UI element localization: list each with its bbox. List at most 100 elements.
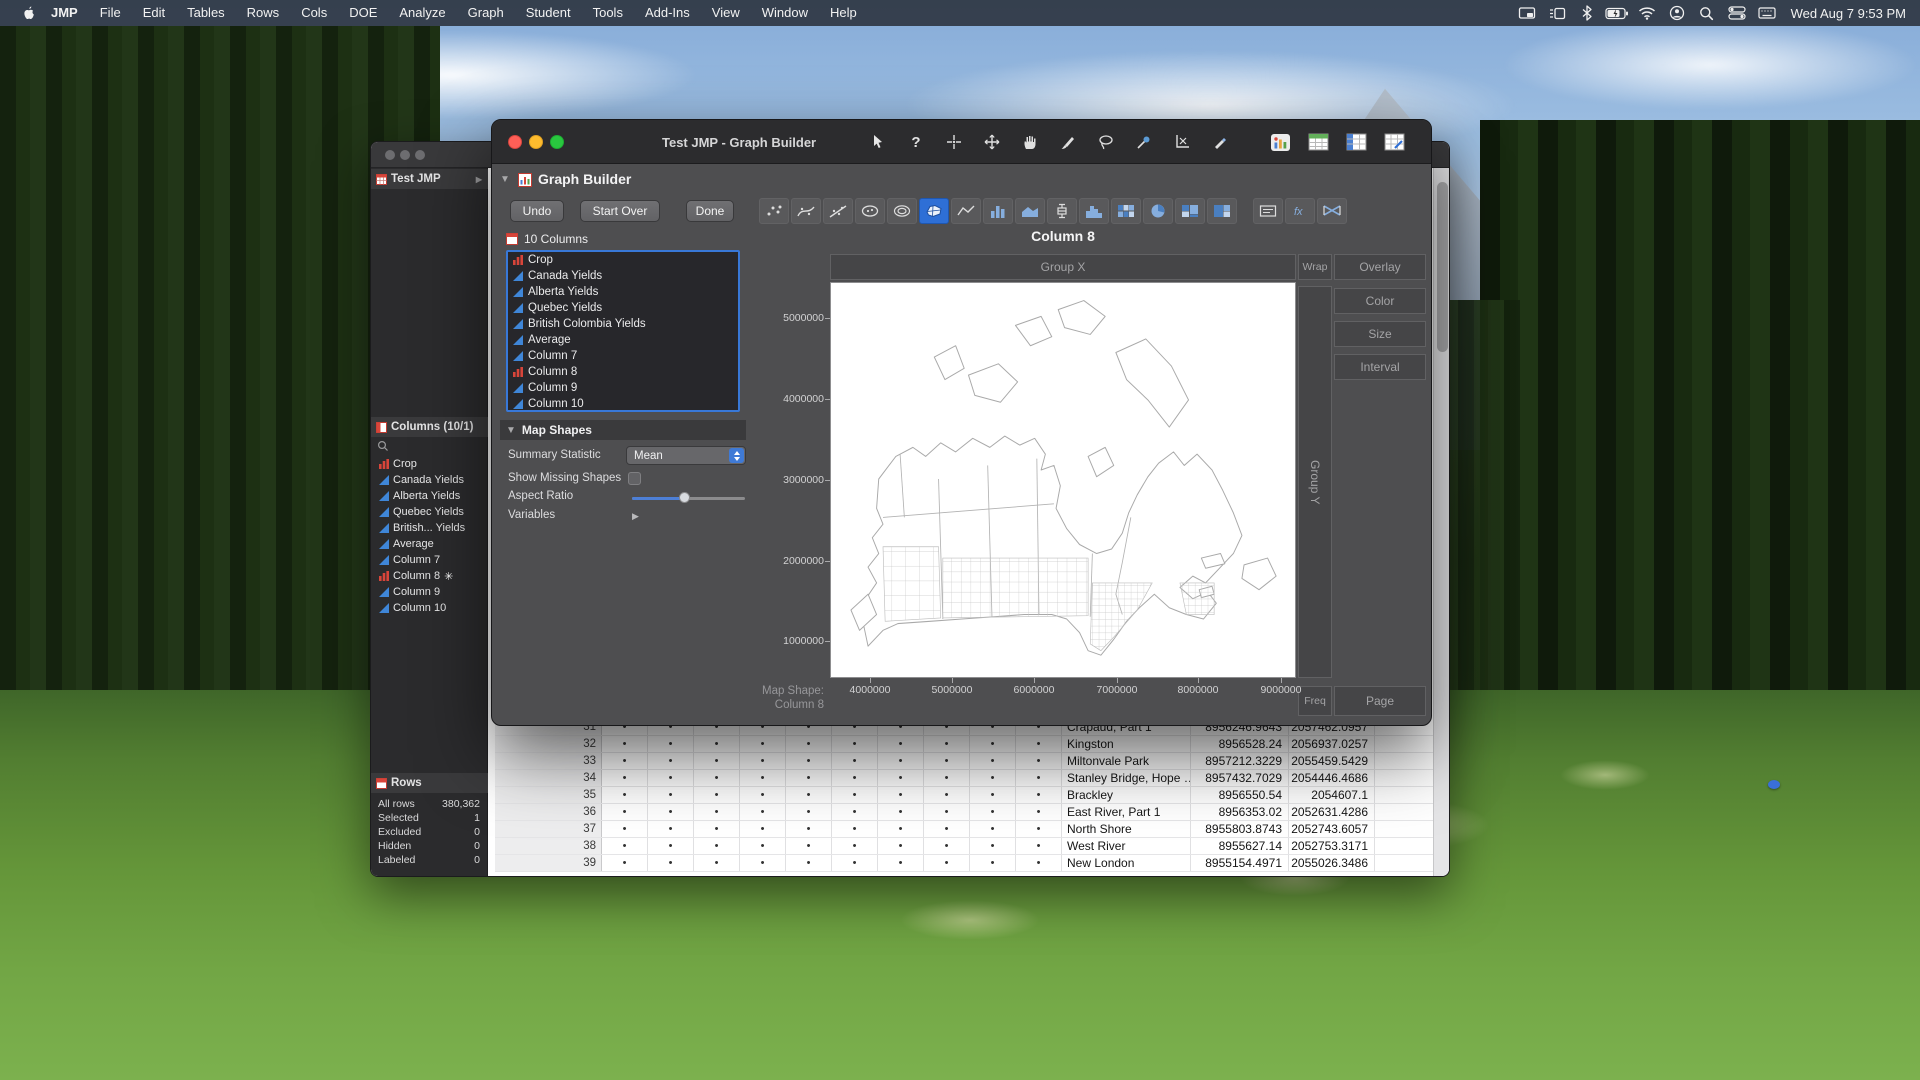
sidebar-column-average[interactable]: Average [371, 536, 488, 552]
table-row[interactable]: 32 •••••••••• Kingston 8956528.24 205693… [495, 736, 1433, 753]
pen-tool-icon[interactable] [1202, 128, 1238, 156]
table-row[interactable]: 39 •••••••••• New London 8955154.4971 20… [495, 855, 1433, 872]
variables-disclosure-icon[interactable]: ▶ [632, 511, 639, 522]
zoom-button[interactable] [550, 135, 564, 149]
menu-item-window[interactable]: Window [751, 0, 819, 26]
eyedropper-tool-icon[interactable] [1126, 128, 1162, 156]
group-x-dropzone[interactable]: Group X [830, 254, 1296, 280]
line-icon[interactable] [951, 198, 981, 224]
parallel-icon[interactable] [1317, 198, 1347, 224]
variable-alberta-yields[interactable]: Alberta Yields [508, 284, 738, 300]
menu-item-tools[interactable]: Tools [582, 0, 634, 26]
treemap-icon[interactable] [1207, 198, 1237, 224]
table-row[interactable]: 36 •••••••••• East River, Part 1 8956353… [495, 804, 1433, 821]
table-row[interactable]: 35 •••••••••• Brackley 8956550.54 205460… [495, 787, 1433, 804]
axes-tool-icon[interactable] [1164, 128, 1200, 156]
sidebar-column-crop[interactable]: Crop [371, 456, 488, 472]
variable-average[interactable]: Average [508, 332, 738, 348]
zoom-button-inactive[interactable] [415, 150, 425, 160]
variable-column-9[interactable]: Column 9 [508, 380, 738, 396]
start-over-button[interactable]: Start Over [580, 200, 660, 222]
columns-panel-header[interactable]: Columns (10/1) [371, 417, 488, 437]
variable-column-10[interactable]: Column 10 [508, 396, 738, 412]
close-button[interactable] [508, 135, 522, 149]
plot-area[interactable] [830, 282, 1296, 678]
panel-disclosure-icon[interactable]: ▶ [476, 175, 482, 184]
done-button[interactable]: Done [686, 200, 734, 222]
control-center-icon[interactable] [1725, 3, 1749, 23]
variable-canada-yields[interactable]: Canada Yields [508, 268, 738, 284]
minimize-button-inactive[interactable] [400, 150, 410, 160]
area-icon[interactable] [1015, 198, 1045, 224]
close-button-inactive[interactable] [385, 150, 395, 160]
sidebar-column-10[interactable]: Column 10 [371, 600, 488, 616]
menu-item-help[interactable]: Help [819, 0, 868, 26]
keyboard-icon[interactable] [1755, 3, 1779, 23]
screen-mirroring-icon[interactable] [1515, 3, 1539, 23]
menu-item-tables[interactable]: Tables [176, 0, 236, 26]
variable-column-7[interactable]: Column 7 [508, 348, 738, 364]
menu-item-analyze[interactable]: Analyze [388, 0, 456, 26]
battery-icon[interactable] [1605, 3, 1629, 23]
apple-menu[interactable] [16, 3, 40, 23]
table-row[interactable]: 33 •••••••••• Miltonvale Park 8957212.32… [495, 753, 1433, 770]
user-icon[interactable] [1665, 3, 1689, 23]
show-missing-shapes-checkbox[interactable] [628, 472, 641, 485]
move-tool-icon[interactable] [974, 128, 1010, 156]
sidebar-column-alberta-yields[interactable]: Alberta Yields [371, 488, 488, 504]
aspect-ratio-slider-thumb[interactable] [679, 492, 690, 503]
table-row[interactable]: 37 •••••••••• North Shore 8955803.8743 2… [495, 821, 1433, 838]
green-table-icon[interactable] [1300, 128, 1336, 156]
table-panel-header[interactable]: Test JMP ▶ [371, 169, 488, 189]
brush-tool-icon[interactable] [1050, 128, 1086, 156]
interval-dropzone[interactable]: Interval [1334, 354, 1426, 380]
sidebar-column-quebec-yields[interactable]: Quebec Yields [371, 504, 488, 520]
lasso-tool-icon[interactable] [1088, 128, 1124, 156]
wrap-dropzone[interactable]: Wrap [1298, 254, 1332, 280]
bar-icon[interactable] [983, 198, 1013, 224]
sidebar-column-8[interactable]: Column 8✳ [371, 568, 488, 584]
scrollbar-thumb[interactable] [1437, 182, 1448, 352]
menu-item-doe[interactable]: DOE [338, 0, 388, 26]
mosaic-icon[interactable] [1175, 198, 1205, 224]
menu-item-cols[interactable]: Cols [290, 0, 338, 26]
graph-builder-launcher-icon[interactable] [1262, 128, 1298, 156]
help-tool-icon[interactable]: ? [898, 128, 934, 156]
ellipse-icon[interactable] [855, 198, 885, 224]
bluetooth-icon[interactable] [1575, 3, 1599, 23]
size-dropzone[interactable]: Size [1334, 321, 1426, 347]
map-shapes-icon[interactable] [919, 198, 949, 224]
arrow-tool-icon[interactable] [860, 128, 896, 156]
blue-table-icon[interactable] [1338, 128, 1374, 156]
formula-icon[interactable]: fx [1285, 198, 1315, 224]
table-row[interactable]: 38 •••••••••• West River 8955627.14 2052… [495, 838, 1433, 855]
crosshair-tool-icon[interactable] [936, 128, 972, 156]
sidebar-column-bc-yields[interactable]: British... Yields [371, 520, 488, 536]
menu-item-student[interactable]: Student [515, 0, 582, 26]
stage-manager-icon[interactable] [1545, 3, 1569, 23]
variable-quebec-yields[interactable]: Quebec Yields [508, 300, 738, 316]
histogram-icon[interactable] [1079, 198, 1109, 224]
menu-item-file[interactable]: File [89, 0, 132, 26]
summary-statistic-popup[interactable]: Mean [626, 446, 746, 465]
menu-item-view[interactable]: View [701, 0, 751, 26]
table-tools-icon[interactable] [1376, 128, 1412, 156]
pie-icon[interactable] [1143, 198, 1173, 224]
contour-icon[interactable] [887, 198, 917, 224]
menu-item-jmp[interactable]: JMP [40, 0, 89, 26]
caption-box-icon[interactable] [1253, 198, 1283, 224]
sidebar-column-canada-yields[interactable]: Canada Yields [371, 472, 488, 488]
sidebar-column-7[interactable]: Column 7 [371, 552, 488, 568]
group-y-dropzone[interactable]: Group Y [1298, 286, 1332, 678]
disclosure-icon[interactable]: ▼ [506, 425, 516, 436]
color-dropzone[interactable]: Color [1334, 288, 1426, 314]
overlay-dropzone[interactable]: Overlay [1334, 254, 1426, 280]
columns-search[interactable] [371, 438, 488, 454]
menu-item-rows[interactable]: Rows [236, 0, 291, 26]
grabber-tool-icon[interactable] [1012, 128, 1048, 156]
table-row[interactable]: 34 •••••••••• Stanley Bridge, Hope … 895… [495, 770, 1433, 787]
map-shapes-section-header[interactable]: ▼ Map Shapes [500, 420, 746, 440]
variable-column-8[interactable]: Column 8 [508, 364, 738, 380]
minimize-button[interactable] [529, 135, 543, 149]
sidebar-column-9[interactable]: Column 9 [371, 584, 488, 600]
